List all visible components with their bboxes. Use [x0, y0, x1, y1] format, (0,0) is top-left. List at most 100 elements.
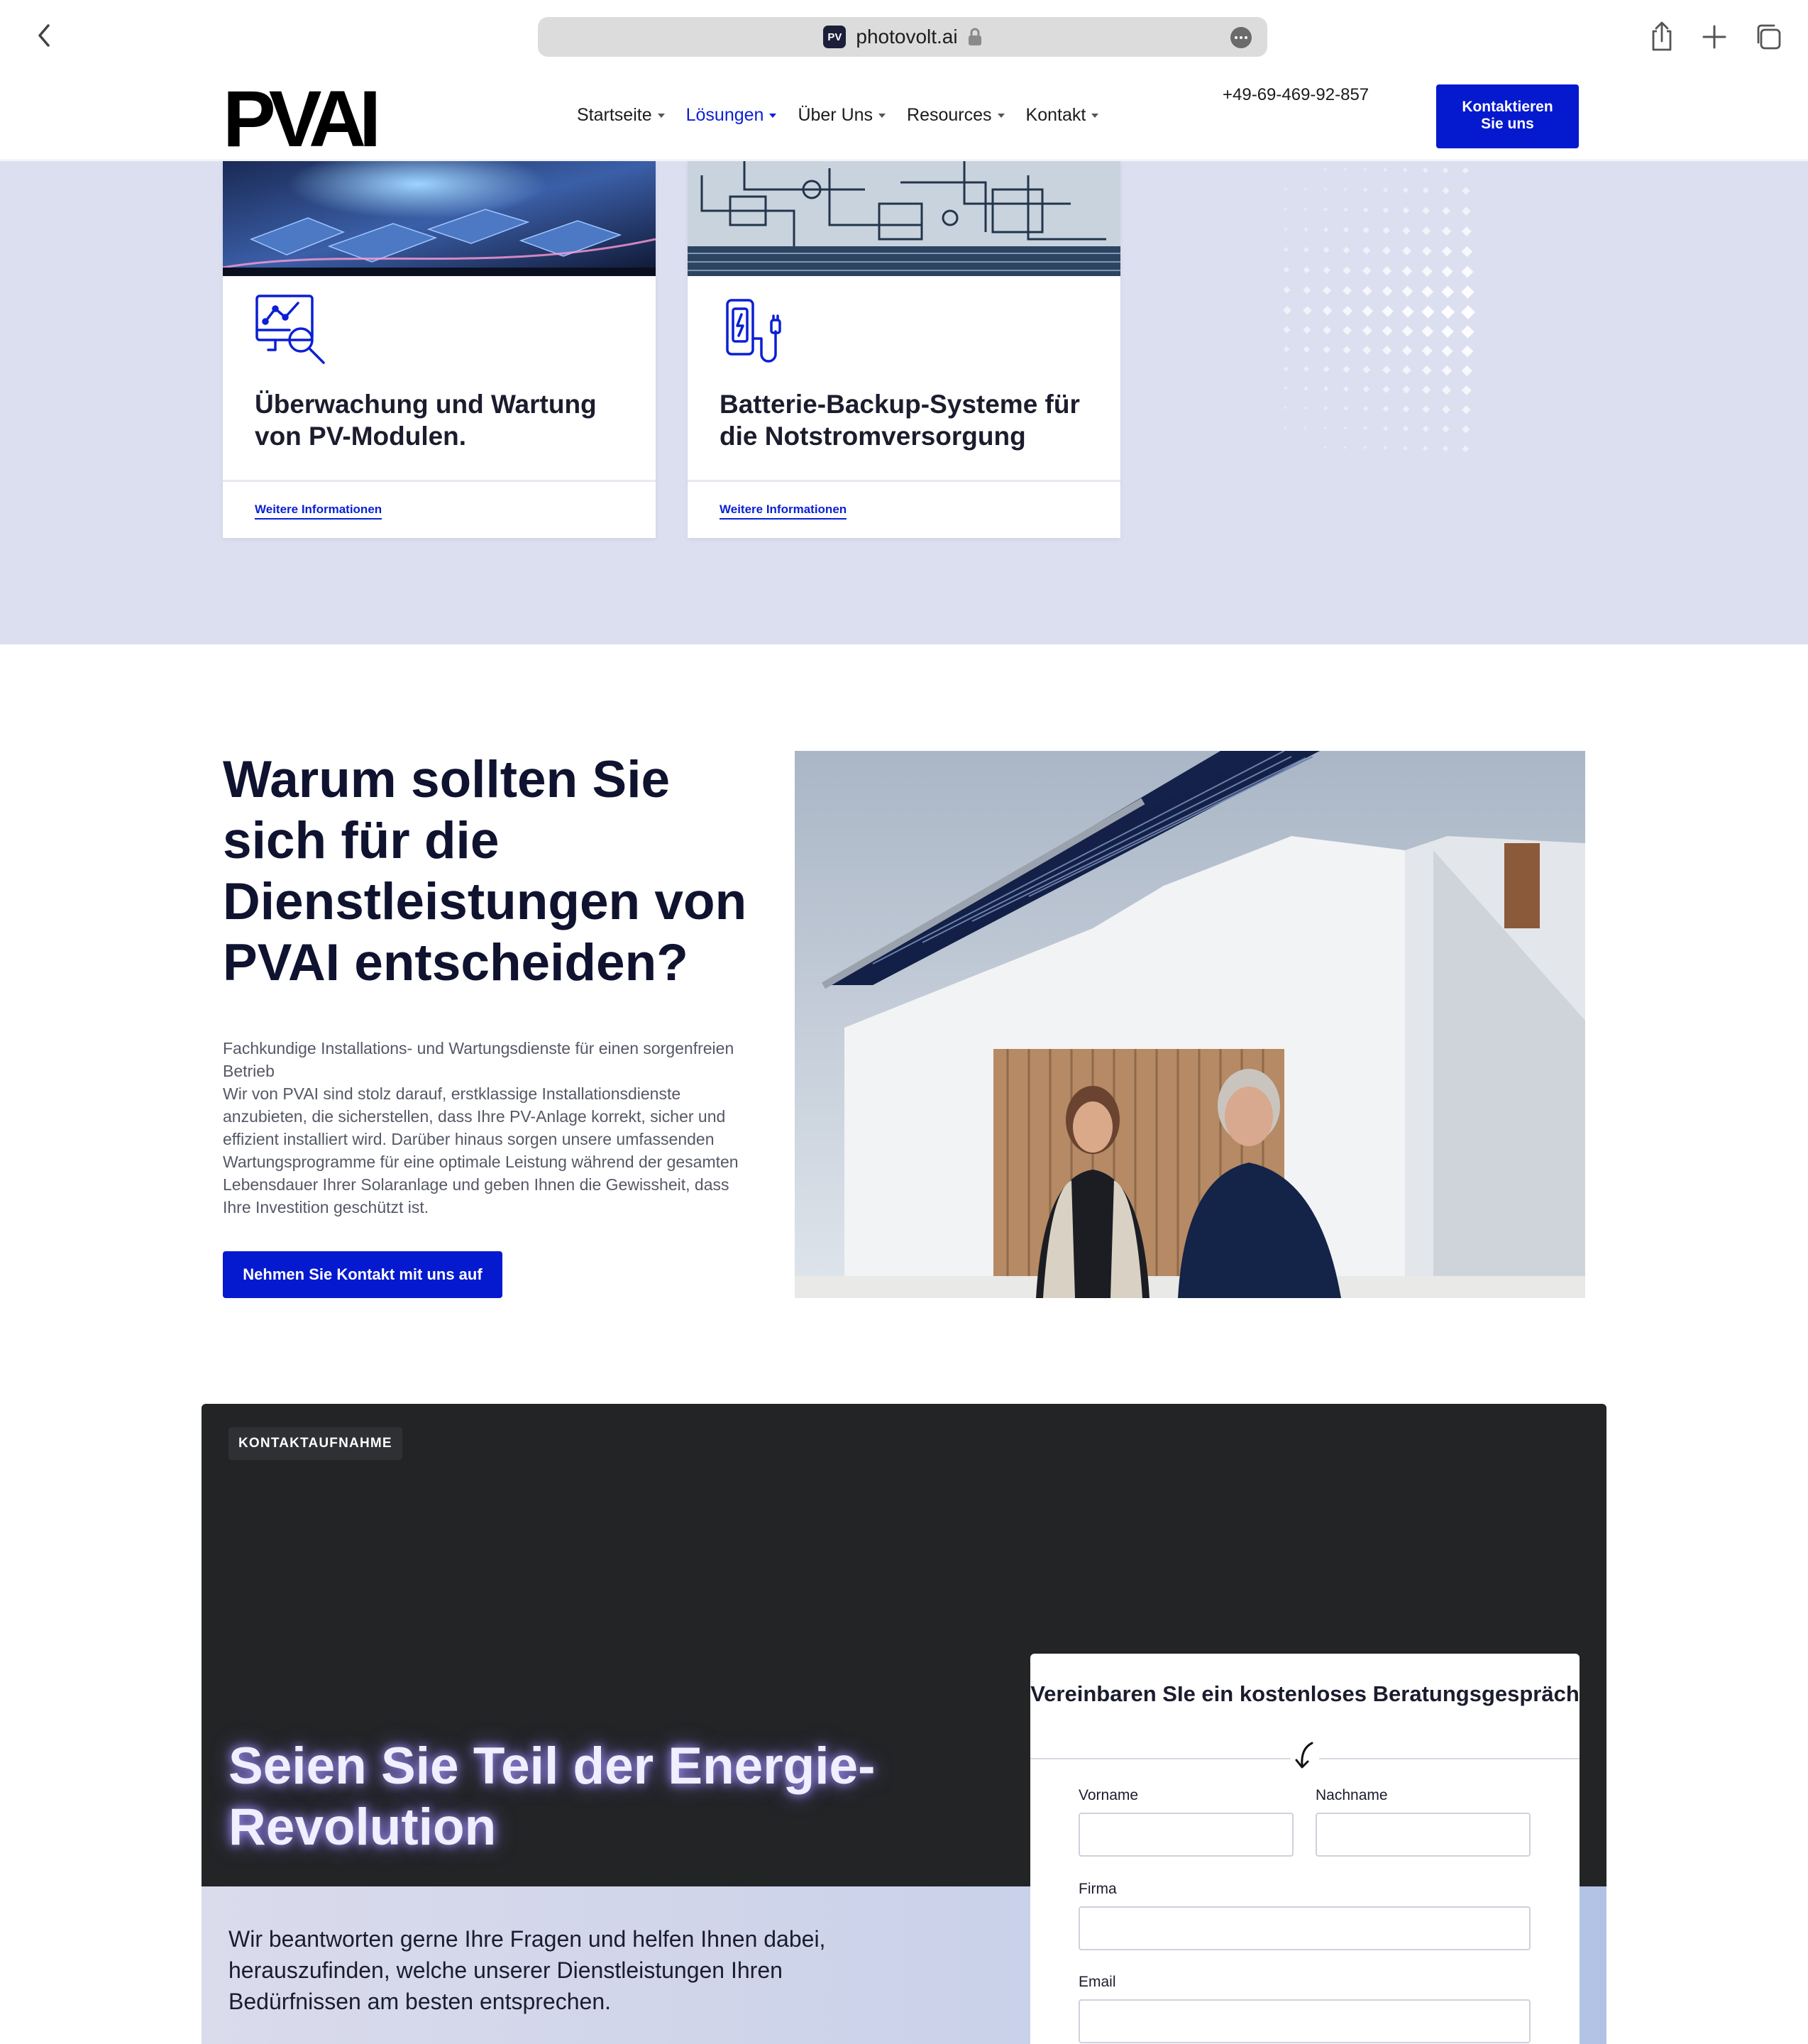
deco-dot — [1421, 325, 1434, 338]
why-text: Fachkundige Installations- und Wartungsd… — [223, 1037, 748, 1219]
deco-dot — [1402, 425, 1409, 432]
deco-dot — [1402, 207, 1410, 214]
deco-dot — [1343, 286, 1352, 295]
deco-dot — [1382, 305, 1394, 317]
deco-dot — [1422, 425, 1429, 432]
deco-dot — [1382, 285, 1393, 297]
deco-dot — [1303, 246, 1309, 253]
deco-dot — [1323, 286, 1332, 295]
deco-dot — [1382, 425, 1389, 432]
deco-dot — [1441, 365, 1453, 376]
deco-dot — [1461, 365, 1473, 377]
deco-dot — [1421, 265, 1433, 277]
deco-dot — [1323, 446, 1327, 449]
deco-dot — [1342, 305, 1353, 317]
deco-dot — [1284, 426, 1287, 429]
services-section: Überwachung und Wartung von PV-Modulen. … — [0, 161, 1808, 644]
deco-dot — [1303, 366, 1309, 372]
deco-dot — [1343, 226, 1350, 233]
nav-item-kontakt[interactable]: Kontakt — [1026, 105, 1099, 126]
deco-dot — [1303, 286, 1311, 295]
pvai-logo[interactable]: PVAI — [223, 75, 387, 163]
deco-dot — [1323, 306, 1333, 316]
more-info-link[interactable]: Weitere Informationen — [255, 502, 382, 520]
deco-dot — [1323, 187, 1327, 191]
tabs-icon[interactable] — [1753, 21, 1784, 53]
deco-dot — [1303, 266, 1311, 274]
deco-dot — [1284, 227, 1288, 231]
deco-dot — [1362, 366, 1371, 374]
back-icon[interactable] — [28, 18, 60, 53]
arrow-down-icon — [1291, 1740, 1319, 1771]
address-bar[interactable]: PV photovolt.ai — [538, 17, 1267, 57]
chevron-down-icon — [769, 113, 777, 118]
plus-icon[interactable] — [1700, 23, 1729, 51]
service-card-battery[interactable]: Batterie-Backup-Systeme für die Notstrom… — [688, 161, 1120, 538]
deco-dot — [1461, 285, 1474, 299]
first-name-input[interactable] — [1079, 1813, 1294, 1857]
deco-dot — [1462, 187, 1470, 195]
form-title: Vereinbaren SIe ein kostenloses Beratung… — [1030, 1681, 1580, 1706]
deco-dot — [1343, 207, 1348, 212]
contact-us-line-1: Kontaktieren — [1462, 99, 1553, 115]
deco-dot — [1283, 346, 1290, 353]
deco-dot — [1422, 187, 1429, 194]
contact-headline: Seien Sie Teil der Energie-Revolution — [228, 1737, 876, 1856]
deco-dot — [1402, 226, 1411, 235]
nav-item-startseite[interactable]: Startseite — [577, 105, 665, 126]
last-name-input[interactable] — [1316, 1813, 1531, 1857]
solar-farm-illustration — [223, 161, 656, 276]
browser-toolbar: PV photovolt.ai — [0, 0, 1808, 71]
deco-dot — [1283, 366, 1289, 372]
nav-item-resources[interactable]: Resources — [907, 105, 1005, 126]
email-input[interactable] — [1079, 1999, 1531, 2043]
more-info-link[interactable]: Weitere Informationen — [720, 502, 847, 520]
more-icon[interactable] — [1230, 27, 1252, 48]
get-in-touch-button[interactable]: Nehmen Sie Kontakt mit uns auf — [223, 1251, 502, 1298]
deco-dot — [1441, 265, 1453, 278]
url-text: photovolt.ai — [856, 26, 958, 48]
deco-dot — [1383, 446, 1387, 450]
consultation-form: Vereinbaren SIe ein kostenloses Beratung… — [1030, 1654, 1580, 2044]
share-icon[interactable] — [1648, 20, 1676, 53]
deco-dot — [1461, 305, 1475, 319]
deco-dot — [1461, 265, 1474, 278]
deco-dot — [1323, 226, 1329, 233]
deco-dot — [1442, 167, 1449, 174]
phone-number[interactable]: +49-69-469-92-857 — [1223, 85, 1369, 105]
deco-dot — [1462, 445, 1470, 453]
company-input[interactable] — [1079, 1906, 1531, 1950]
contact-us-button[interactable]: Kontaktieren Sie uns — [1436, 84, 1579, 148]
deco-dot — [1422, 226, 1431, 236]
nav-item-label: Lösungen — [685, 105, 764, 125]
deco-dot — [1323, 406, 1328, 411]
deco-dot — [1461, 246, 1473, 258]
chevron-down-icon — [997, 113, 1005, 118]
deco-dot — [1323, 346, 1330, 353]
deco-dot — [1461, 345, 1474, 358]
deco-dot — [1401, 325, 1413, 337]
deco-dot — [1303, 346, 1311, 353]
deco-dot — [1343, 426, 1347, 430]
deco-dot — [1422, 405, 1431, 414]
deco-dot — [1284, 207, 1287, 211]
deco-dot — [1402, 366, 1411, 375]
deco-dot — [1422, 207, 1431, 215]
nav-item-lösungen[interactable]: Lösungen — [686, 105, 777, 126]
nav-item-label: Über Uns — [798, 105, 873, 125]
why-subheading: Fachkundige Installations- und Wartungsd… — [223, 1039, 734, 1080]
lock-icon — [968, 28, 982, 46]
battery-charger-icon — [719, 293, 793, 367]
deco-dot — [1362, 325, 1372, 336]
deco-dot — [1402, 385, 1411, 394]
deco-dot — [1343, 246, 1350, 254]
deco-dot — [1303, 326, 1311, 334]
deco-dot — [1442, 445, 1449, 452]
nav-item-über-uns[interactable]: Über Uns — [798, 105, 886, 126]
deco-dot — [1382, 385, 1390, 393]
deco-dot — [1283, 326, 1291, 334]
deco-dot — [1403, 446, 1408, 451]
chevron-down-icon — [1091, 113, 1099, 118]
service-card-monitoring[interactable]: Überwachung und Wartung von PV-Modulen. … — [223, 161, 656, 538]
deco-dot — [1303, 306, 1312, 315]
